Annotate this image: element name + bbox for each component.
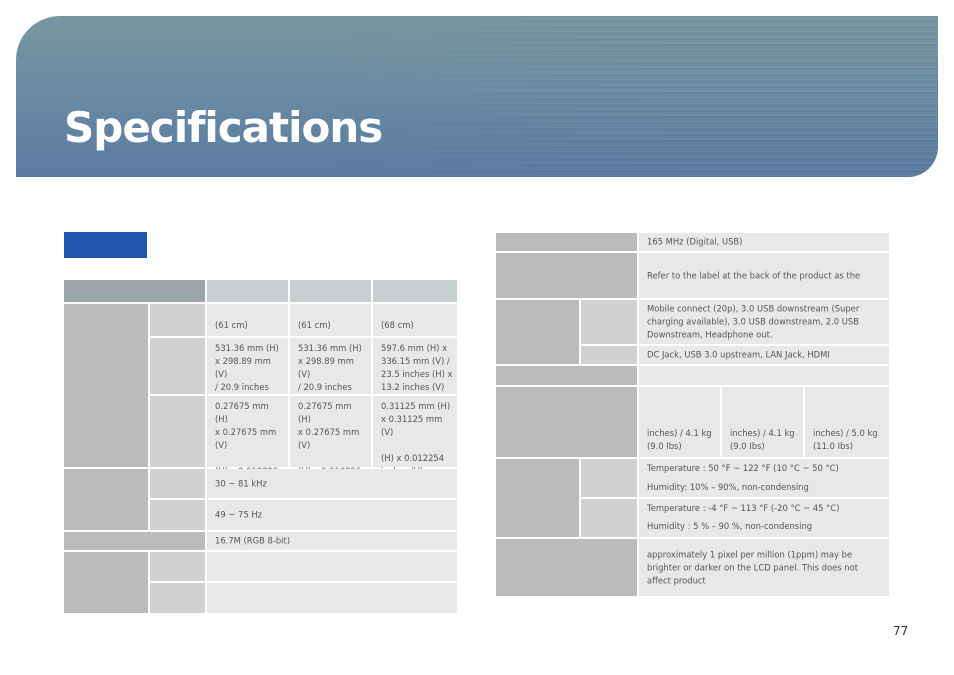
label-environmental: [496, 459, 579, 537]
connectors-side-value: Mobile connect (20p), 3.0 USB downstream…: [639, 300, 889, 344]
note-value: approximately 1 pixel per million (1ppm)…: [639, 539, 889, 596]
label-stand: [496, 366, 637, 385]
label-note: [496, 539, 637, 596]
horizontal-frequency-value: 30 ~ 81 kHz: [207, 469, 457, 498]
label-connectors-rear: [581, 346, 637, 364]
header-model-1: [207, 280, 288, 302]
page-title: Specifications: [64, 103, 383, 152]
label-connectors: [496, 300, 579, 364]
label-display-color: [64, 532, 205, 550]
label-resolution: [64, 552, 148, 613]
connectors-rear-value: DC Jack, USB 3.0 upstream, LAN Jack, HDM…: [639, 346, 889, 364]
label-pixel-pitch: [150, 396, 205, 467]
label-power-supply: [496, 253, 637, 298]
label-pixel-clock: [496, 233, 637, 251]
display-area-value-3: 597.6 mm (H) x 336.15 mm (V) / 23.5 inch…: [373, 338, 457, 394]
label-storage: [581, 499, 637, 537]
weight-value-2: inches) / 4.1 kg (9.0 Ibs): [722, 387, 803, 457]
label-maximum-resolution: [150, 583, 205, 613]
label-operating: [581, 459, 637, 497]
stand-value: [639, 366, 889, 385]
pixel-pitch-value-3: 0.31125 mm (H) x 0.31125 mm (V) (H) x 0.…: [373, 396, 457, 476]
pixel-pitch-value-2: 0.27675 mm (H) x 0.27675 mm (V) (H) x 0.…: [290, 396, 371, 489]
section-tag: [64, 232, 147, 258]
label-dimensions-weight: [496, 387, 637, 457]
power-supply-value: Refer to the label at the back of the pr…: [639, 253, 889, 298]
label-horizontal-frequency: [150, 469, 205, 498]
header-banner: Specifications: [16, 16, 938, 177]
size-value-1: (61 cm): [207, 304, 288, 336]
storage-value: Temperature : -4 °F ~ 113 °F (-20 °C ~ 4…: [639, 499, 889, 537]
size-value-3: (68 cm): [373, 304, 457, 336]
display-area-value-1: 531.36 mm (H) x 298.89 mm (V) / 20.9 inc…: [207, 338, 288, 431]
size-value-2: (61 cm): [290, 304, 371, 336]
label-synchronization: [64, 469, 148, 530]
display-color-value: 16.7M (RGB 8-bit): [207, 532, 457, 550]
label-display-area: [150, 338, 205, 394]
label-connectors-side: [581, 300, 637, 344]
label-optimum-resolution: [150, 552, 205, 581]
vertical-frequency-value: 49 ~ 75 Hz: [207, 500, 457, 530]
maximum-resolution-value: [207, 583, 457, 613]
header-model-2: [290, 280, 371, 302]
label-panel: [64, 304, 148, 467]
operating-value: Temperature : 50 °F ~ 122 °F (10 °C ~ 50…: [639, 459, 889, 497]
header-model-3: [373, 280, 457, 302]
pixel-pitch-value-1: 0.27675 mm (H) x 0.27675 mm (V) (H) x 0.…: [207, 396, 288, 489]
optimum-resolution-value: [207, 552, 457, 581]
banner-texture: [316, 16, 938, 177]
header-model-label: [64, 280, 205, 302]
label-vertical-frequency: [150, 500, 205, 530]
label-size: [150, 304, 205, 336]
pixel-clock-value: 165 MHz (Digital, USB): [639, 233, 889, 251]
weight-value-3: inches) / 5.0 kg (11.0 Ibs): [805, 387, 889, 457]
display-area-value-2: 531.36 mm (H) x 298.89 mm (V) / 20.9 inc…: [290, 338, 371, 431]
page-number: 77: [893, 624, 909, 638]
weight-value-1: inches) / 4.1 kg (9.0 Ibs): [639, 387, 720, 457]
